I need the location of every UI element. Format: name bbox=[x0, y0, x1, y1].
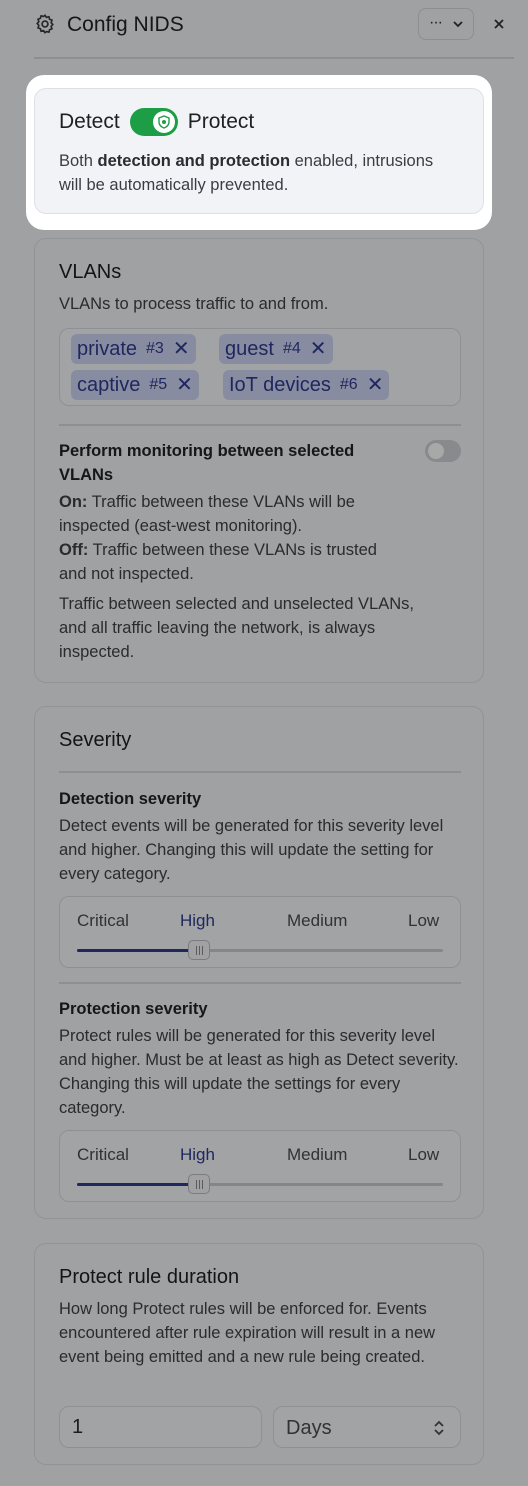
detect-label: Detect bbox=[59, 110, 120, 133]
protect-label: Protect bbox=[187, 110, 255, 133]
mode-toggle-row: Detect Protect bbox=[59, 108, 254, 136]
desc-emphasis: detection and protection bbox=[97, 152, 291, 170]
detect-protect-mode-card: Detect Protect Both detection and protec… bbox=[34, 88, 484, 214]
shield-icon bbox=[158, 115, 170, 129]
detect-protect-toggle[interactable] bbox=[129, 108, 178, 136]
toggle-knob bbox=[152, 111, 175, 133]
mode-description: Both detection and protection enabled, i… bbox=[59, 149, 459, 197]
desc-prefix: Both bbox=[59, 152, 98, 170]
